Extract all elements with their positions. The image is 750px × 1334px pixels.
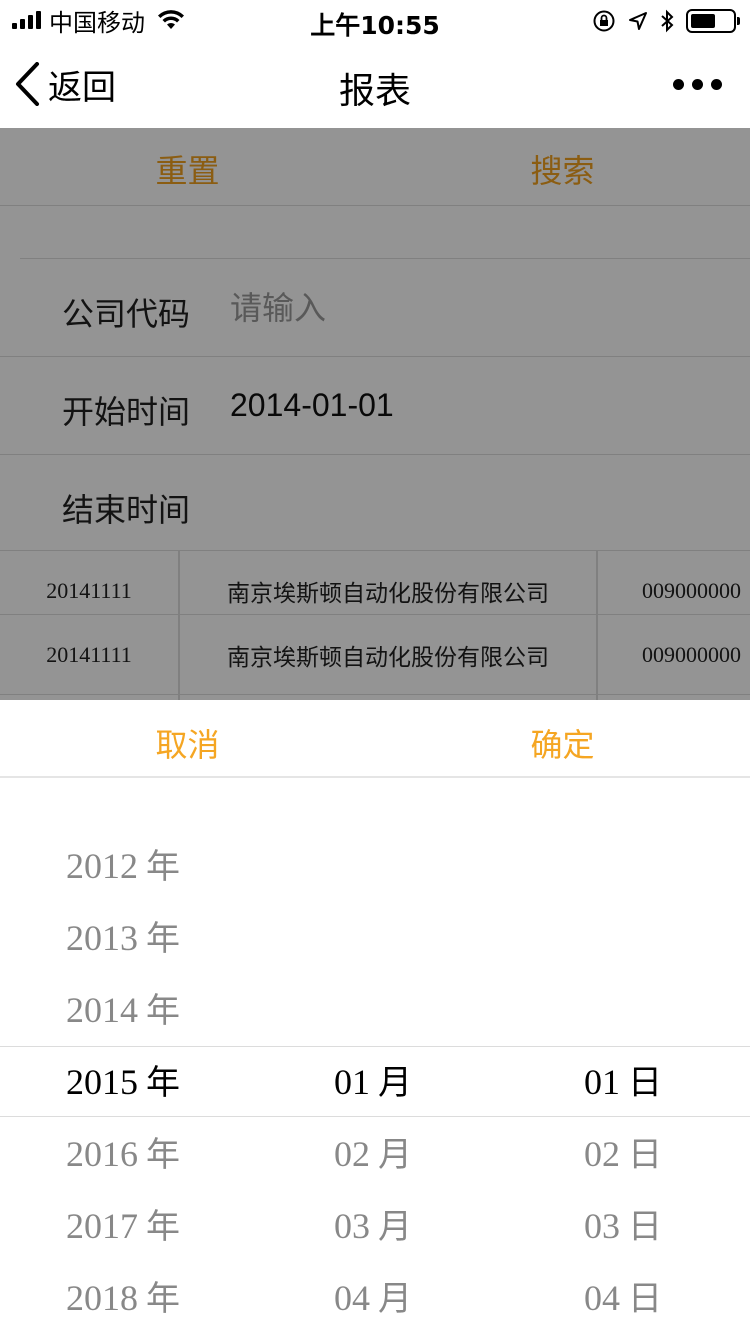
page-title: 报表 <box>338 71 411 112</box>
dot-icon <box>692 78 703 90</box>
status-bar: 中国移动 上午10:55 <box>0 0 750 40</box>
modal-overlay[interactable] <box>0 128 750 700</box>
more-options-button[interactable] <box>673 70 722 98</box>
day-option[interactable]: 02 日 <box>584 1118 662 1190</box>
year-option[interactable]: 2018 年 <box>66 1262 180 1334</box>
year-option[interactable]: 2012 年 <box>66 830 180 902</box>
status-right <box>592 8 740 34</box>
month-wheel[interactable]: 01 月 02 月 03 月 04 月 <box>334 830 474 1334</box>
dot-icon <box>711 78 722 90</box>
bluetooth-icon <box>661 9 674 33</box>
month-option-selected[interactable]: 01 月 <box>334 1046 412 1118</box>
battery-icon <box>686 9 740 33</box>
month-option[interactable]: 03 月 <box>334 1190 412 1262</box>
year-option-selected[interactable]: 2015 年 <box>66 1046 180 1118</box>
dot-icon <box>673 78 684 90</box>
year-wheel[interactable]: 2012 年 2013 年 2014 年 2015 年 2016 年 2017 年 2018… <box>66 830 266 1334</box>
picker-toolbar: 取消 确定 <box>0 700 750 778</box>
month-option[interactable]: 04 月 <box>334 1262 412 1334</box>
cancel-button[interactable]: 取消 <box>0 720 375 766</box>
year-option[interactable]: 2017 年 <box>66 1190 180 1262</box>
orientation-lock-icon <box>593 10 615 32</box>
month-option[interactable]: 02 月 <box>334 1118 412 1190</box>
location-arrow-icon <box>629 12 647 30</box>
day-wheel[interactable]: 01 日 02 日 03 日 04 日 <box>584 830 724 1334</box>
day-option-selected[interactable]: 01 日 <box>584 1046 662 1118</box>
day-option[interactable]: 04 日 <box>584 1262 662 1334</box>
year-option[interactable]: 2014 年 <box>66 974 180 1046</box>
year-option[interactable]: 2016 年 <box>66 1118 180 1190</box>
year-option[interactable]: 2013 年 <box>66 902 180 974</box>
date-picker-sheet: 取消 确定 2012 年 2013 年 2014 年 2015 年 2016 年 2017… <box>0 700 750 1334</box>
day-option[interactable]: 03 日 <box>584 1190 662 1262</box>
confirm-button[interactable]: 确定 <box>375 720 750 766</box>
navigation-bar: 返回 报表 <box>0 40 750 128</box>
